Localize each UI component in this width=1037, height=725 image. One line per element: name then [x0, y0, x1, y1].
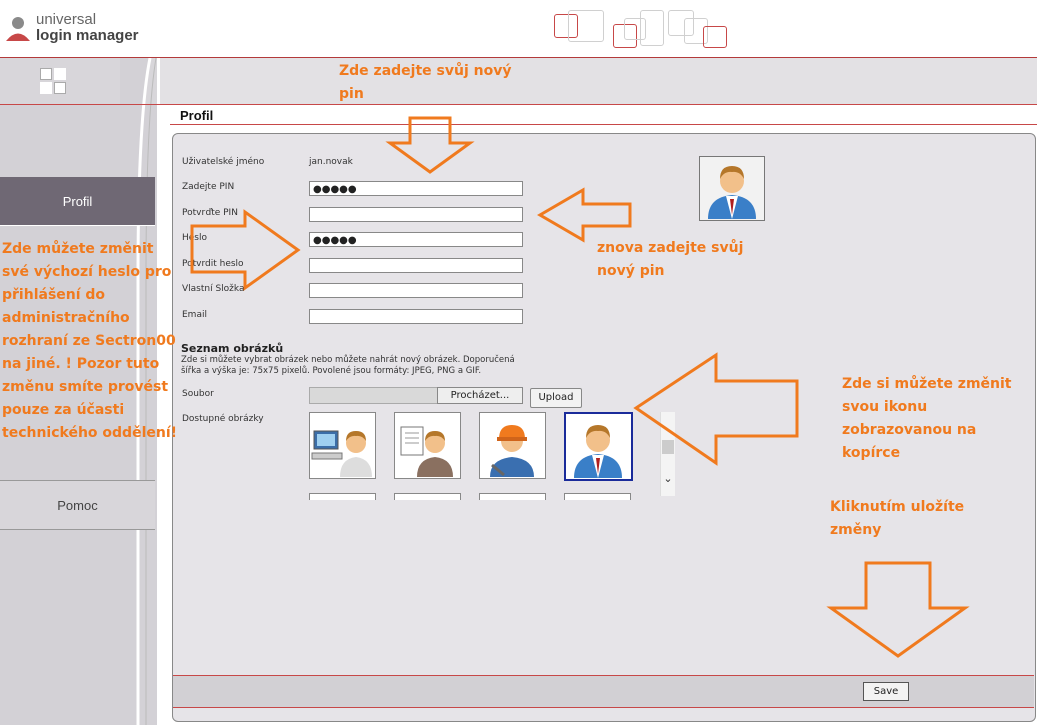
- arrow-left-icons-icon: [633, 352, 799, 466]
- annotation-icon: Zde si můžete změnit svou ikonu zobrazov…: [842, 376, 1012, 461]
- arrow-left-pin-confirm-icon: [537, 187, 632, 243]
- arrow-down-save-icon: [826, 561, 970, 658]
- annotation-save: Kliknutím uložíte změny: [830, 499, 965, 538]
- annotation-password: Zde můžete změnit své výchozí heslo pro …: [2, 241, 178, 441]
- arrow-right-password-icon: [190, 209, 301, 291]
- annotation-pin: Zde zadejte svůj nový pin: [339, 63, 512, 102]
- annotation-pin-confirm: znova zadejte svůj nový pin: [597, 240, 744, 279]
- arrow-down-pin-icon: [385, 116, 475, 174]
